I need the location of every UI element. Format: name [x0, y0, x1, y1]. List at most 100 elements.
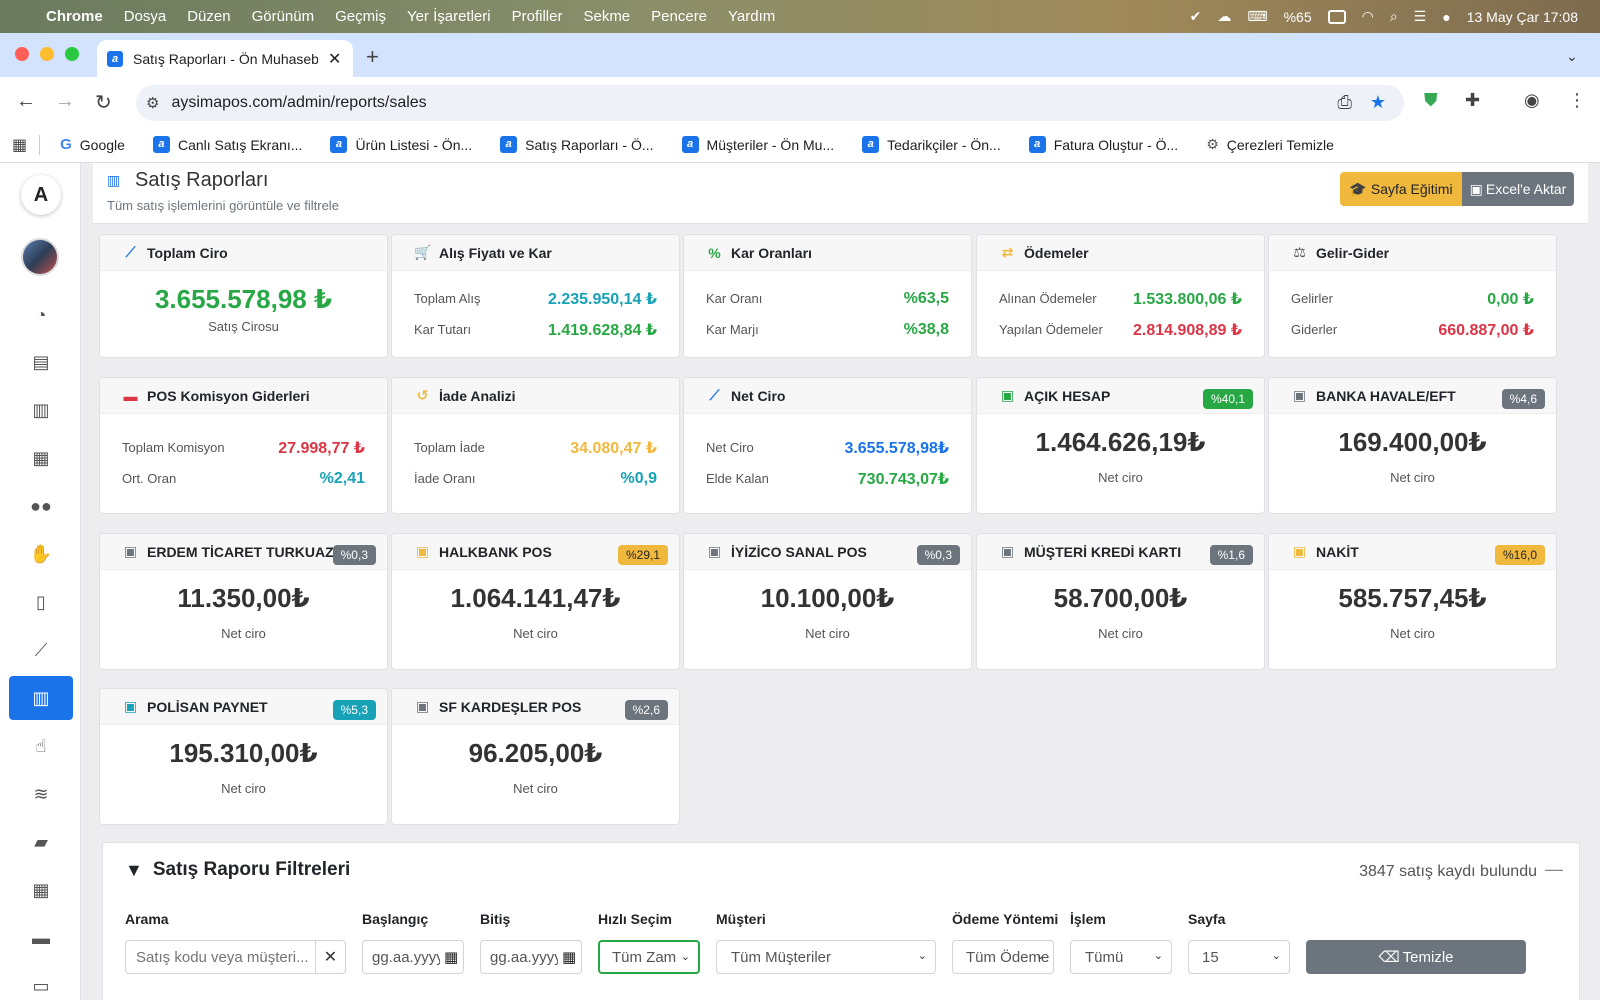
page-subtitle: Tüm satış işlemlerini görüntüle ve filtr…	[107, 198, 339, 213]
row-label: Toplam Alış	[414, 291, 481, 306]
bookmark-cerezleri-temizle[interactable]: ⚙ Çerezleri Temizle	[1206, 136, 1334, 153]
menu-duzen[interactable]: Düzen	[187, 8, 230, 25]
operation-select[interactable]: Tümü ⌄	[1070, 940, 1172, 974]
payment-label: Net ciro	[1098, 626, 1143, 641]
clear-search-button[interactable]: ✕	[315, 940, 346, 974]
sidebar-dashboard-icon[interactable]: ◔	[9, 293, 73, 337]
sidebar-bar-chart-icon[interactable]: ▥	[9, 676, 73, 720]
spotlight-search-icon[interactable]: ⌕	[1390, 8, 1398, 25]
siri-icon[interactable]: ●	[1442, 9, 1450, 25]
sidebar-line-chart-icon[interactable]: ⟋	[9, 628, 73, 672]
sidebar-building-icon[interactable]: ▬	[9, 916, 73, 960]
calendar-icon[interactable]: ▦	[444, 948, 458, 966]
payment-method-select[interactable]: Tüm Ödeme ⌄	[952, 940, 1054, 974]
menu-pencere[interactable]: Pencere	[651, 8, 707, 25]
select-value: 15	[1202, 948, 1219, 966]
menu-sekme[interactable]: Sekme	[583, 8, 630, 25]
collapse-minus-icon[interactable]: —	[1545, 859, 1563, 880]
filter-funnel-icon: ▼	[125, 859, 143, 880]
bar-chart-icon: ▥	[107, 172, 121, 188]
bookmark-satis-raporlari[interactable]: a Satış Raporları - Ö...	[500, 136, 654, 153]
menu-gecmis[interactable]: Geçmiş	[335, 8, 386, 25]
chrome-menu-icon[interactable]: ⋮	[1568, 90, 1586, 111]
menu-profiller[interactable]: Profiller	[512, 8, 563, 25]
menu-app[interactable]: Chrome	[46, 8, 103, 25]
reload-button[interactable]: ↻	[95, 90, 112, 115]
menu-yardim[interactable]: Yardım	[728, 8, 775, 25]
page-size-select[interactable]: 15 ⌄	[1188, 940, 1290, 974]
sidebar-warehouse-boxes-icon[interactable]: ▦	[9, 868, 73, 912]
sidebar-clipboard-icon[interactable]: ▥	[9, 388, 73, 432]
money-bill-icon: ▣	[415, 698, 430, 714]
menu-gorunum[interactable]: Görünüm	[252, 8, 315, 25]
window-minimize-button[interactable]	[40, 47, 54, 61]
payment-label: Net ciro	[1390, 626, 1435, 641]
profile-icon[interactable]: ◉	[1524, 90, 1540, 111]
tab-close-icon[interactable]: ✕	[328, 49, 341, 69]
shield-extension-icon[interactable]: ⛊	[1424, 90, 1438, 111]
url-text[interactable]: aysimapos.com/admin/reports/sales	[171, 94, 426, 112]
sidebar-pos-register-icon[interactable]: ▤	[9, 340, 73, 384]
quick-select-dropdown[interactable]: Tüm Zam ⌄	[598, 940, 700, 974]
bookmark-canli-satis[interactable]: a Canlı Satış Ekranı...	[152, 136, 302, 153]
forward-button[interactable]: →	[55, 90, 75, 113]
start-date-input[interactable]: gg.aa.yyyy ▦	[362, 940, 464, 974]
apps-grid-icon[interactable]: ▦	[12, 134, 41, 155]
status-check-icon[interactable]: ✔	[1190, 8, 1202, 25]
new-tab-button[interactable]: +	[366, 44, 379, 70]
sidebar-document-icon[interactable]: ▯	[9, 580, 73, 624]
bookmark-tedarikciler[interactable]: a Tedarikçiler - Ön...	[862, 136, 1001, 153]
toplam-iade-value: 34.080,47 ₺	[570, 439, 657, 457]
money-bill-icon: ▣	[1000, 387, 1015, 403]
user-avatar[interactable]	[21, 238, 59, 276]
sidebar-users-icon[interactable]: ●●	[9, 484, 73, 528]
bookmark-urun-listesi[interactable]: a Ürün Listesi - Ön...	[330, 136, 472, 153]
customer-select[interactable]: Tüm Müşteriler ⌄	[716, 940, 936, 974]
bookmark-google[interactable]: G Google	[60, 136, 125, 153]
wifi-icon[interactable]: ◠	[1362, 8, 1374, 25]
end-date-input[interactable]: gg.aa.yyyy ▦	[480, 940, 582, 974]
clear-filters-button[interactable]: ⌫ Temizle	[1306, 940, 1526, 974]
battery-icon[interactable]	[1327, 9, 1346, 24]
sidebar-boxes-icon[interactable]: ▦	[9, 436, 73, 480]
sidebar-card-icon[interactable]: ▭	[9, 964, 73, 1000]
extensions-puzzle-icon[interactable]: ✚	[1465, 90, 1480, 111]
address-bar[interactable]: ⚙ aysimapos.com/admin/reports/sales ⎙ ★	[136, 85, 1404, 121]
install-app-icon[interactable]: ⎙	[1337, 92, 1351, 113]
sidebar-handshake-icon[interactable]: ✋	[9, 532, 73, 576]
browser-tab-active[interactable]: a Satış Raporları - Ön Muhaseb ✕	[97, 40, 353, 77]
payment-card-erdem-ticaret: ▣ ERDEM TİCARET TURKUAZ %0,3 11.350,00₺ Ne…	[99, 533, 388, 670]
back-button[interactable]: ←	[16, 90, 36, 113]
cloud-icon[interactable]: ☁	[1217, 8, 1231, 25]
app-logo[interactable]: A	[21, 175, 61, 215]
site-info-icon[interactable]: ⚙	[146, 94, 159, 112]
bookmark-fatura-olustur[interactable]: a Fatura Oluştur - Ö...	[1028, 136, 1178, 153]
tab-search-chevron-icon[interactable]: ⌄	[1566, 48, 1578, 65]
sidebar-truck-icon[interactable]: ▰	[9, 820, 73, 864]
sidebar-layers-icon[interactable]: ≋	[9, 772, 73, 816]
payment-method-label: Ödeme Yöntemi	[952, 911, 1059, 927]
payment-label: Net ciro	[221, 626, 266, 641]
menu-dosya[interactable]: Dosya	[124, 8, 167, 25]
menu-yer-isaretleri[interactable]: Yer İşaretleri	[407, 8, 491, 25]
search-input[interactable]	[125, 940, 316, 974]
window-close-button[interactable]	[15, 47, 29, 61]
sidebar-thumbs-up-icon[interactable]: ☝	[9, 724, 73, 768]
calendar-icon[interactable]: ▦	[562, 948, 576, 966]
payment-amount: 169.400,00₺	[1338, 427, 1487, 457]
card-title: AÇIK HESAP	[1024, 387, 1111, 404]
bookmark-musteriler[interactable]: a Müşteriler - Ön Mu...	[681, 136, 834, 153]
kar-tutari-value: 1.419.628,84 ₺	[548, 321, 657, 339]
payment-amount: 1.464.626,19₺	[1035, 427, 1206, 457]
toplam-ciro-label: Satış Cirosu	[208, 319, 279, 334]
window-zoom-button[interactable]	[65, 47, 79, 61]
page-training-button[interactable]: 🎓 Sayfa Eğitimi	[1340, 172, 1462, 206]
control-center-icon[interactable]: ☰	[1414, 8, 1427, 25]
select-value: Tümü	[1085, 948, 1124, 966]
iade-orani-value: %0,9	[620, 469, 657, 487]
bookmark-label: Ürün Listesi - Ön...	[355, 136, 473, 153]
export-excel-button[interactable]: ▣ Excel'e Aktar	[1462, 172, 1574, 206]
keyboard-icon[interactable]: ⌨	[1247, 8, 1267, 25]
bookmark-star-icon[interactable]: ★	[1370, 92, 1386, 113]
menubar-datetime[interactable]: 13 May Çar 17:08	[1467, 9, 1578, 25]
